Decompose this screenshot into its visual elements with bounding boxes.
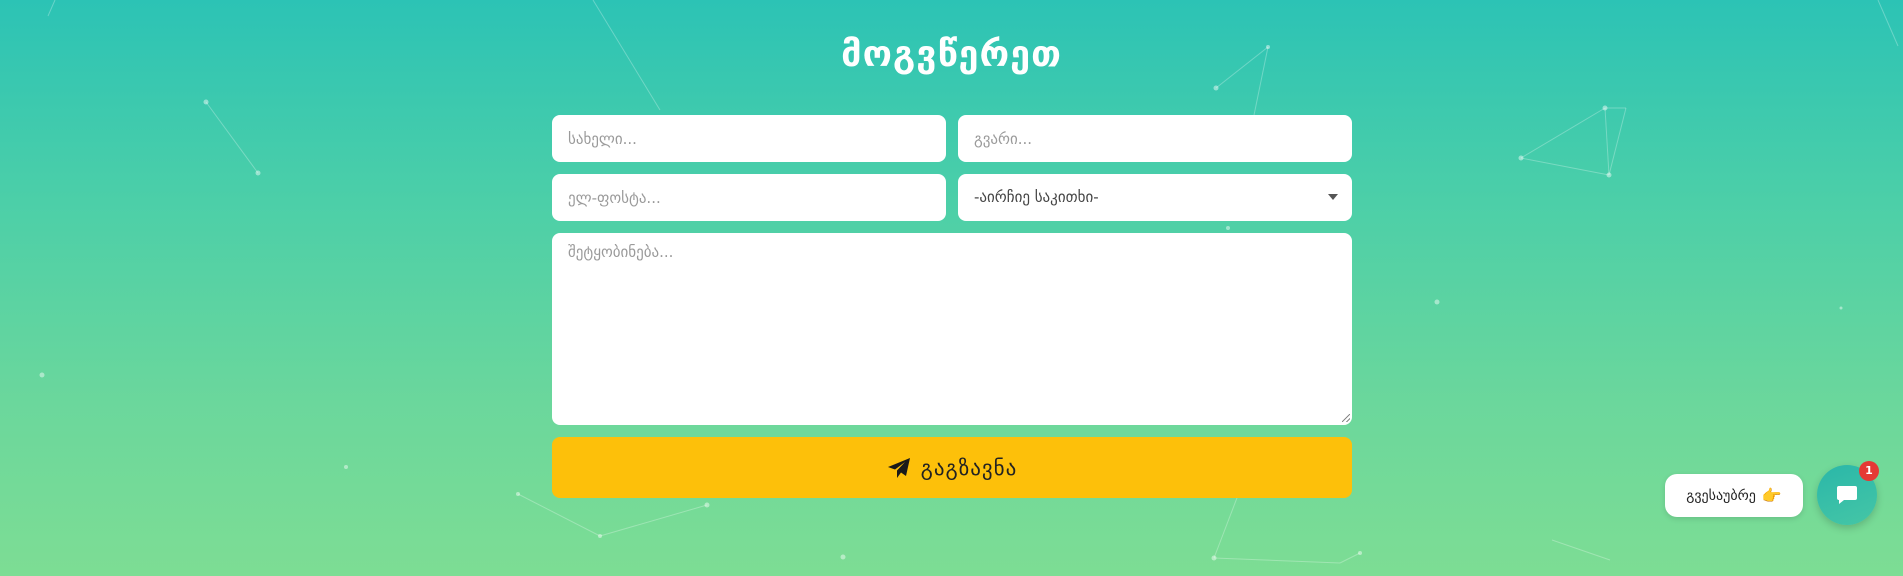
send-button[interactable]: გაგზავნა (552, 437, 1352, 498)
chat-bubble-icon (1837, 486, 1857, 504)
message-textarea[interactable] (552, 233, 1352, 425)
email-input[interactable] (552, 174, 946, 221)
chat-prompt-label: გვესაუბრე (1686, 487, 1756, 504)
subject-select-value: -აირჩიე საკითხი- (974, 188, 1099, 206)
chat-prompt-pill[interactable]: გვესაუბრე 👉 (1665, 474, 1803, 517)
first-name-input[interactable] (552, 115, 946, 162)
unread-count-badge: 1 (1859, 461, 1879, 481)
paper-plane-icon (887, 457, 910, 478)
send-button-label: გაგზავნა (920, 455, 1018, 480)
subject-select[interactable]: -აირჩიე საკითხი- (958, 174, 1352, 221)
last-name-input[interactable] (958, 115, 1352, 162)
pointing-hand-icon: 👉 (1761, 486, 1782, 505)
resize-grip-icon[interactable] (1342, 414, 1350, 422)
page-title: მოგვწერეთ (841, 34, 1062, 75)
caret-down-icon (1328, 194, 1338, 200)
